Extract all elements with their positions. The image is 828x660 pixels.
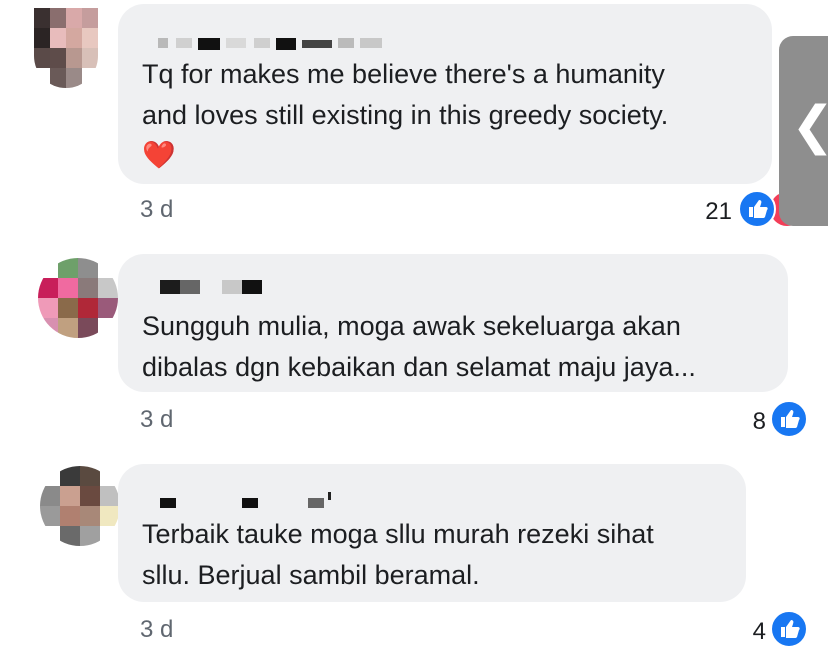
comment-text-line: Sungguh mulia, moga awak sekeluarga akan — [142, 311, 681, 341]
like-icon[interactable] — [770, 400, 808, 438]
comment-bubble[interactable]: Terbaik tauke moga sllu murah rezeki sih… — [118, 464, 746, 602]
reaction-count[interactable]: 8 — [730, 408, 766, 436]
comment-text-line: and loves still existing in this greedy … — [142, 100, 669, 130]
avatar[interactable] — [34, 8, 98, 88]
avatar-mosaic — [34, 8, 98, 88]
comment-timestamp[interactable]: 3 d — [140, 616, 173, 644]
heart-emoji: ❤️ — [142, 140, 176, 170]
reaction-count[interactable]: 21 — [690, 198, 732, 226]
avatar-mosaic — [40, 466, 120, 546]
author-name-redacted — [158, 38, 382, 50]
comment-timestamp[interactable]: 3 d — [140, 196, 173, 224]
comment-text-line: dibalas dgn kebaikan dan selamat maju ja… — [142, 352, 696, 382]
comment-text-line: Tq for makes me believe there's a humani… — [142, 59, 665, 89]
reaction-count[interactable]: 4 — [730, 618, 766, 646]
author-name-redacted — [160, 280, 262, 294]
chevron-left-icon: ❮ — [791, 96, 828, 156]
side-panel-toggle[interactable]: ❮ — [779, 36, 828, 226]
like-icon[interactable] — [770, 610, 808, 648]
comment-text-line: sllu. Berjual sambil beramal. — [142, 560, 480, 590]
comment-bubble[interactable]: Tq for makes me believe there's a humani… — [118, 4, 772, 184]
author-name-redacted — [160, 492, 331, 508]
comment-timestamp[interactable]: 3 d — [140, 406, 173, 434]
like-icon[interactable] — [738, 190, 776, 228]
avatar[interactable] — [38, 258, 118, 338]
avatar-mosaic — [38, 258, 118, 338]
comment-text-line: Terbaik tauke moga sllu murah rezeki sih… — [142, 519, 654, 549]
comment-bubble[interactable]: Sungguh mulia, moga awak sekeluarga akan… — [118, 254, 788, 392]
avatar[interactable] — [40, 466, 120, 546]
